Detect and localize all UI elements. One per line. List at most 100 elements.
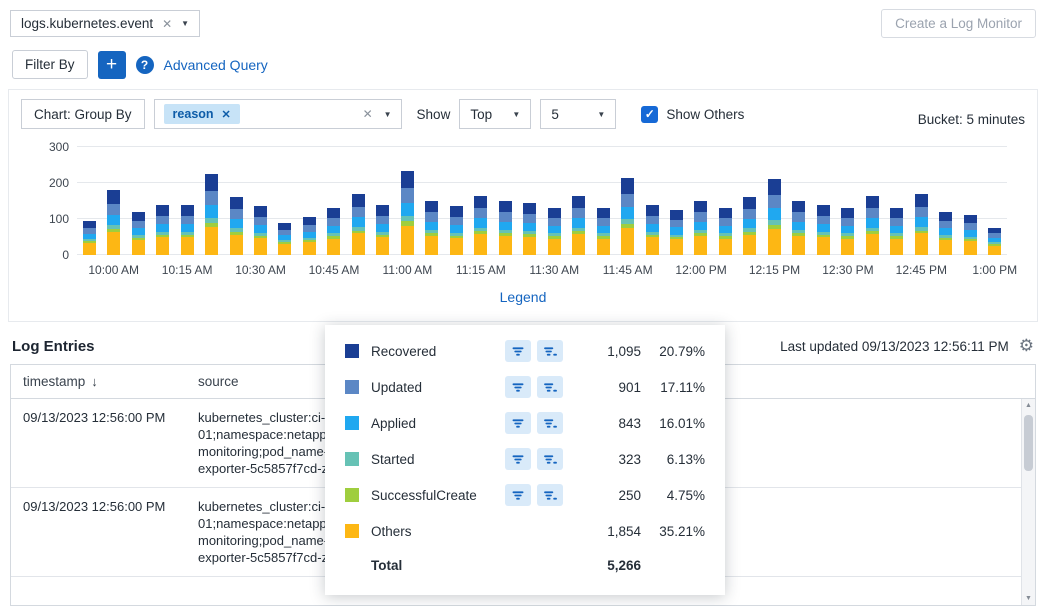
- bar-11:20 AM[interactable]: [499, 201, 512, 255]
- filter-exclude-button[interactable]: [537, 376, 563, 398]
- bar-12:45 PM[interactable]: [915, 194, 928, 255]
- bar-11:55 AM[interactable]: [670, 210, 683, 255]
- legend-link[interactable]: Legend: [500, 289, 547, 305]
- create-log-monitor-button[interactable]: Create a Log Monitor: [881, 9, 1036, 38]
- scroll-up-icon[interactable]: ▲: [1022, 399, 1035, 412]
- legend-name: Recovered: [371, 344, 505, 359]
- bar-10:15 AM[interactable]: [181, 205, 194, 255]
- legend-swatch: [345, 416, 359, 430]
- chart-x-axis: 10:00 AM10:15 AM10:30 AM10:45 AM11:00 AM…: [77, 263, 1007, 279]
- field-clear-icon[interactable]: ✕: [363, 107, 373, 121]
- bar-10:25 AM[interactable]: [230, 197, 243, 255]
- bar-11:00 AM[interactable]: [401, 171, 414, 255]
- scope-caret-down-icon[interactable]: ▼: [181, 19, 189, 28]
- bar-11:40 AM[interactable]: [597, 208, 610, 255]
- show-others-toggle[interactable]: ✓ Show Others: [641, 106, 744, 123]
- bar-10:35 AM[interactable]: [278, 223, 291, 255]
- bar-10:05 AM[interactable]: [132, 212, 145, 255]
- help-icon[interactable]: ?: [136, 56, 154, 74]
- scrollbar-thumb[interactable]: [1024, 415, 1033, 471]
- bar-11:30 AM[interactable]: [548, 208, 561, 255]
- legend-row: Started 323 6.13%: [345, 441, 705, 477]
- bar-12:10 PM[interactable]: [743, 197, 756, 255]
- bar-9:55 AM[interactable]: [83, 221, 96, 255]
- add-filter-button[interactable]: +: [98, 51, 126, 79]
- bar-11:45 AM[interactable]: [621, 178, 634, 255]
- table-scrollbar[interactable]: ▲ ▼: [1021, 399, 1035, 605]
- count-select-value: 5: [551, 107, 559, 122]
- filter-include-button[interactable]: [505, 376, 531, 398]
- group-by-field[interactable]: reason ✕ ✕ ▼: [154, 99, 402, 129]
- advanced-query-link[interactable]: Advanced Query: [164, 57, 268, 73]
- filter-by-button[interactable]: Filter By: [12, 50, 88, 79]
- chart-bars[interactable]: [77, 147, 1007, 255]
- bar-12:25 PM[interactable]: [817, 205, 830, 255]
- legend-swatch: [345, 488, 359, 502]
- bar-12:00 PM[interactable]: [694, 201, 707, 255]
- top-select[interactable]: Top ▼: [459, 99, 531, 129]
- bar-12:05 PM[interactable]: [719, 208, 732, 255]
- show-others-checkbox[interactable]: ✓: [641, 106, 658, 123]
- legend-name: Updated: [371, 380, 505, 395]
- filter-exclude-button[interactable]: [537, 340, 563, 362]
- bar-11:05 AM[interactable]: [425, 201, 438, 255]
- group-by-chip-label: reason: [173, 107, 214, 121]
- legend-percent: 17.11%: [641, 380, 705, 395]
- legend-count: 250: [577, 488, 641, 503]
- bar-12:15 PM[interactable]: [768, 179, 781, 255]
- bar-10:45 AM[interactable]: [327, 208, 340, 255]
- legend-count: 1,095: [577, 344, 641, 359]
- bar-10:55 AM[interactable]: [376, 205, 389, 255]
- scroll-down-icon[interactable]: ▼: [1022, 592, 1035, 605]
- bar-12:20 PM[interactable]: [792, 201, 805, 255]
- filter-include-button[interactable]: [505, 412, 531, 434]
- bar-12:55 PM[interactable]: [964, 215, 977, 255]
- bar-12:40 PM[interactable]: [890, 208, 903, 255]
- filter-exclude-button[interactable]: [537, 484, 563, 506]
- bar-1:00 PM[interactable]: [988, 228, 1001, 255]
- bar-10:30 AM[interactable]: [254, 206, 267, 255]
- bar-11:15 AM[interactable]: [474, 196, 487, 255]
- filter-include-button[interactable]: [505, 340, 531, 362]
- bar-11:35 AM[interactable]: [572, 196, 585, 255]
- bar-10:50 AM[interactable]: [352, 194, 365, 255]
- legend-row: Others 1,854 35.21%: [345, 513, 705, 549]
- filter-exclude-button[interactable]: [537, 412, 563, 434]
- bar-12:50 PM[interactable]: [939, 212, 952, 255]
- scope-dropdown[interactable]: logs.kubernetes.event ✕ ▼: [10, 10, 200, 37]
- bar-11:10 AM[interactable]: [450, 206, 463, 255]
- bar-10:20 AM[interactable]: [205, 174, 218, 255]
- bar-11:25 AM[interactable]: [523, 203, 536, 255]
- column-header-timestamp[interactable]: timestamp ↓: [23, 374, 198, 389]
- bar-12:35 PM[interactable]: [866, 196, 879, 255]
- filter-include-button[interactable]: [505, 448, 531, 470]
- bar-10:00 AM[interactable]: [107, 190, 120, 255]
- legend-percent: 4.75%: [641, 488, 705, 503]
- legend-row: SuccessfulCreate 250 4.75%: [345, 477, 705, 513]
- gear-icon[interactable]: ⚙: [1019, 336, 1034, 356]
- filter-include-button[interactable]: [505, 484, 531, 506]
- legend-count: 1,854: [577, 524, 641, 539]
- chart-group-by-button[interactable]: Chart: Group By: [21, 99, 145, 129]
- chart-y-axis: 0100200300: [21, 147, 69, 255]
- bar-10:40 AM[interactable]: [303, 217, 316, 255]
- legend-swatch: [345, 344, 359, 358]
- timestamp-column-label: timestamp: [23, 374, 85, 389]
- show-others-label: Show Others: [666, 107, 744, 122]
- bar-12:30 PM[interactable]: [841, 208, 854, 255]
- filter-exclude-button[interactable]: [537, 448, 563, 470]
- last-updated-label: Last updated 09/13/2023 12:56:11 PM: [780, 339, 1009, 354]
- bucket-label: Bucket: 5 minutes: [918, 112, 1025, 129]
- legend-row: Applied 843 16.01%: [345, 405, 705, 441]
- scope-remove-icon[interactable]: ✕: [162, 17, 172, 31]
- bar-11:50 AM[interactable]: [646, 205, 659, 255]
- legend-percent: 20.79%: [641, 344, 705, 359]
- legend-total-row: Total 5,266: [345, 549, 705, 581]
- group-by-chip[interactable]: reason ✕: [164, 104, 240, 124]
- chip-remove-icon[interactable]: ✕: [222, 108, 231, 121]
- field-caret-down-icon[interactable]: ▼: [384, 110, 392, 119]
- count-select[interactable]: 5 ▼: [540, 99, 616, 129]
- legend-percent: 35.21%: [641, 524, 705, 539]
- bar-10:10 AM[interactable]: [156, 205, 169, 255]
- sort-desc-icon[interactable]: ↓: [91, 374, 98, 389]
